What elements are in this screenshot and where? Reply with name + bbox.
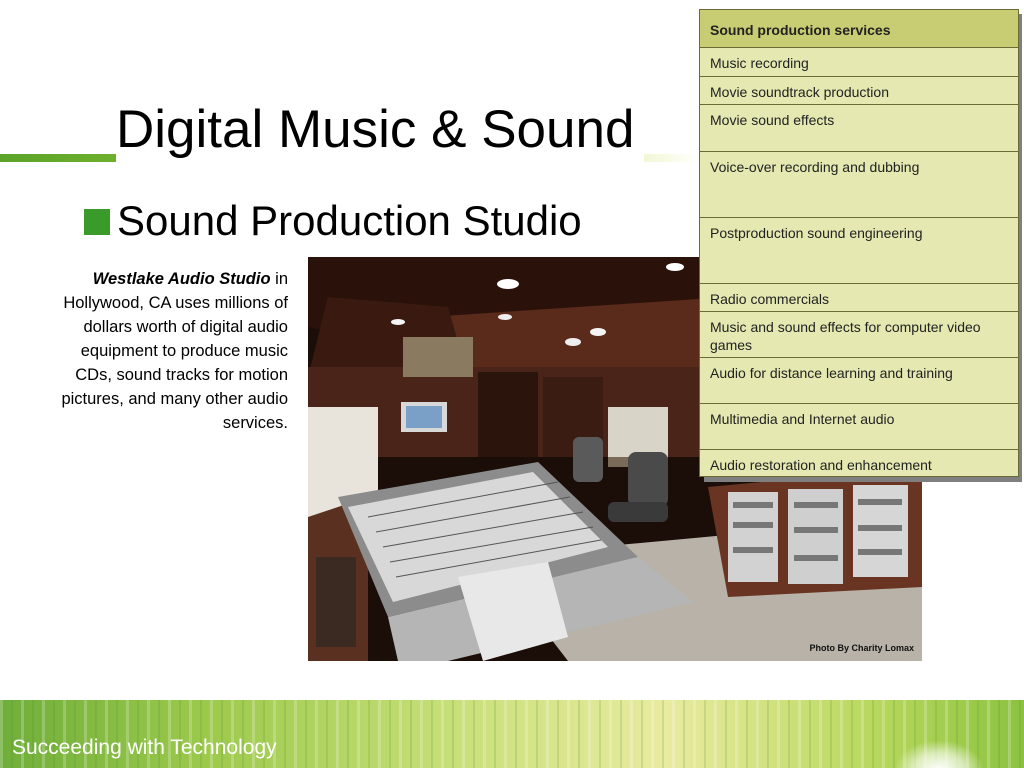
services-row: Audio restoration and enhancement bbox=[710, 457, 932, 473]
photo-credit: Photo By Charity Lomax bbox=[809, 643, 914, 653]
footer-title: Succeeding with Technology bbox=[12, 736, 277, 759]
services-row: Audio for distance learning and training bbox=[700, 358, 1018, 404]
services-row: Movie sound effects bbox=[700, 105, 1018, 152]
caption-description: in Hollywood, CA uses millions of dollar… bbox=[61, 270, 288, 432]
photo-caption: Westlake Audio Studio in Hollywood, CA u… bbox=[60, 267, 288, 435]
services-row: Multimedia and Internet audio bbox=[700, 404, 1018, 450]
footer-band: Succeeding with Technology bbox=[0, 700, 1024, 768]
services-table-header: Sound production services bbox=[700, 10, 1018, 48]
services-row: Radio commercials bbox=[700, 284, 1018, 312]
services-table: Sound production services Music recordin… bbox=[699, 9, 1019, 477]
services-row: Movie soundtrack production bbox=[700, 77, 1018, 105]
services-row: Music recording bbox=[700, 48, 1018, 77]
services-row: Voice-over recording and dubbing bbox=[700, 152, 1018, 218]
caption-studio-name: Westlake Audio Studio bbox=[92, 270, 271, 288]
bullet-text: Sound Production Studio bbox=[117, 197, 582, 244]
services-row: Music and sound effects for computer vid… bbox=[700, 312, 1018, 358]
bullet-item: Sound Production Studio bbox=[84, 196, 582, 246]
slide-title: Digital Music & Sound bbox=[116, 98, 645, 162]
square-bullet-icon bbox=[84, 209, 110, 235]
services-row: Postproduction sound engineering bbox=[700, 218, 1018, 284]
